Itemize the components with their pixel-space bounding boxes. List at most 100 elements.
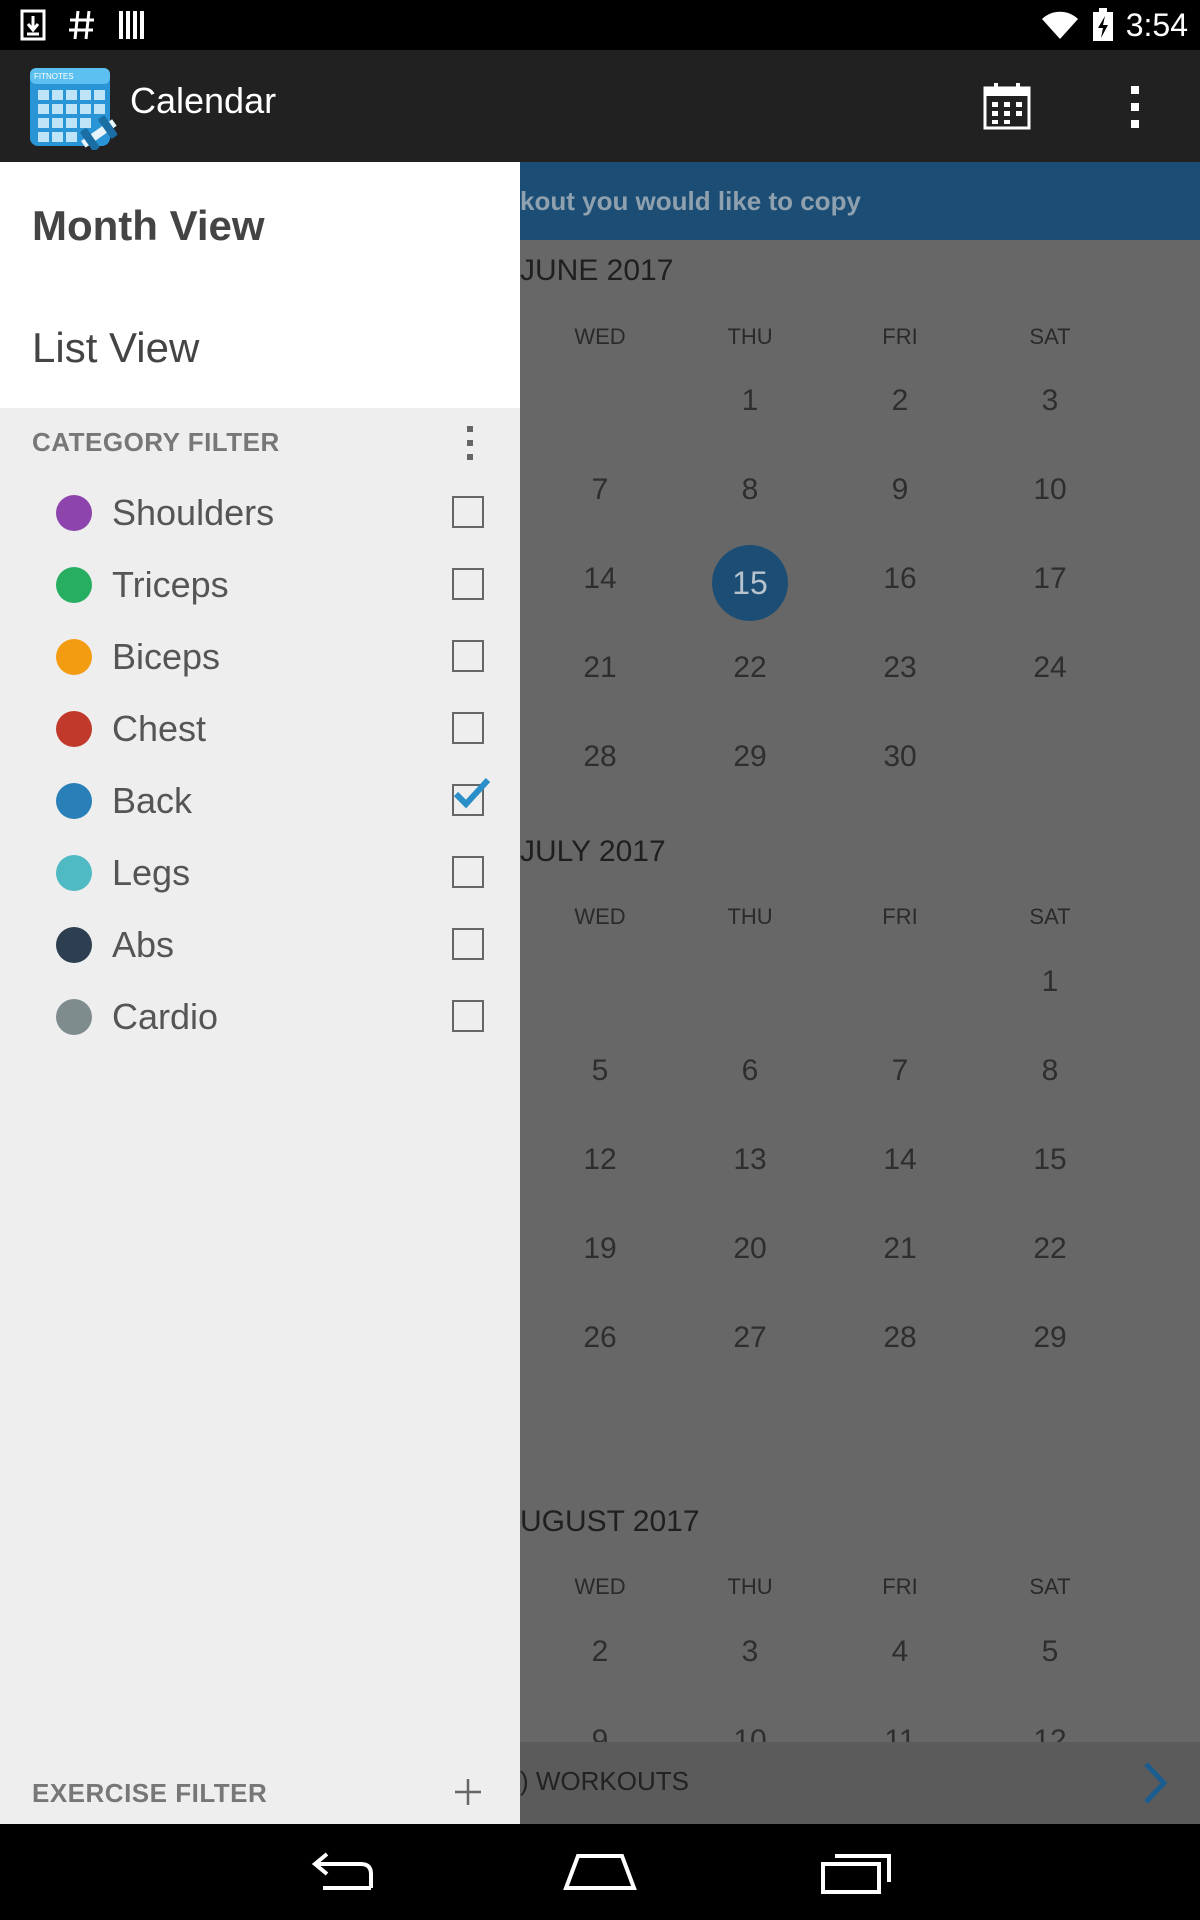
- workouts-bar[interactable]: ) WORKOUTS: [520, 1742, 1200, 1824]
- category-row-cardio[interactable]: Cardio: [0, 980, 520, 1052]
- view-selector: Month View List View: [0, 162, 520, 408]
- category-filter-menu-icon[interactable]: [460, 424, 480, 464]
- calendar-day[interactable]: 21: [850, 1232, 950, 1266]
- calendar-day[interactable]: 3: [700, 1635, 800, 1669]
- category-row-chest[interactable]: Chest: [0, 692, 520, 764]
- calendar-day[interactable]: 28: [850, 1321, 950, 1355]
- chevron-right-icon[interactable]: [1140, 1760, 1170, 1806]
- calendar-day[interactable]: 29: [700, 740, 800, 774]
- weekday-label: WED: [574, 324, 626, 349]
- calendar-day[interactable]: 4: [850, 1635, 950, 1669]
- calendar-day[interactable]: 29: [1000, 1321, 1100, 1355]
- category-row-back[interactable]: Back: [0, 764, 520, 836]
- fitnotes-app-icon[interactable]: FITNOTES: [28, 62, 118, 150]
- barcode-icon: [119, 11, 144, 39]
- calendar-day[interactable]: 14: [850, 1143, 950, 1177]
- calendar-day[interactable]: 27: [700, 1321, 800, 1355]
- navigation-drawer: Month View List View CATEGORY FILTER Sho…: [0, 162, 520, 1824]
- category-color-dot: [56, 711, 92, 747]
- calendar-day[interactable]: 23: [850, 651, 950, 685]
- calendar-day[interactable]: 1: [700, 384, 800, 418]
- page-title: Calendar: [130, 80, 277, 121]
- category-label: Back: [112, 780, 193, 821]
- selected-calendar-day[interactable]: 15: [712, 545, 788, 621]
- add-icon[interactable]: [452, 1776, 484, 1808]
- calendar-main: kout you would like to copy JUNE 2017 WE…: [520, 162, 1200, 1824]
- category-row-biceps[interactable]: Biceps: [0, 620, 520, 692]
- hash-icon: [69, 10, 94, 40]
- category-checkbox[interactable]: [452, 712, 484, 744]
- category-row-legs[interactable]: Legs: [0, 836, 520, 908]
- checkmark-icon: [453, 777, 491, 809]
- calendar-day[interactable]: 2: [550, 1635, 650, 1669]
- category-checkbox[interactable]: [452, 496, 484, 528]
- calendar-icon[interactable]: [980, 80, 1034, 134]
- clock: 3:54: [1125, 6, 1188, 43]
- recent-apps-icon[interactable]: [817, 1844, 897, 1900]
- weekday-label: SAT: [1029, 324, 1071, 349]
- calendar-day[interactable]: 16: [850, 562, 950, 596]
- calendar-day[interactable]: 10: [1000, 473, 1100, 507]
- category-color-dot: [56, 495, 92, 531]
- calendar-day[interactable]: 24: [1000, 651, 1100, 685]
- category-checkbox[interactable]: [452, 1000, 484, 1032]
- workouts-bar-label: ) WORKOUTS: [520, 1766, 689, 1796]
- exercise-filter-heading: EXERCISE FILTER: [32, 1778, 268, 1808]
- category-checkbox[interactable]: [452, 568, 484, 600]
- home-icon[interactable]: [560, 1844, 640, 1900]
- calendar-day[interactable]: 3: [1000, 384, 1100, 418]
- calendar-day[interactable]: 8: [700, 473, 800, 507]
- weekday-label: THU: [727, 324, 773, 349]
- category-row-triceps[interactable]: Triceps: [0, 548, 520, 620]
- calendar-day[interactable]: 9: [850, 473, 950, 507]
- calendar-day[interactable]: 1: [1000, 965, 1100, 999]
- category-label: Triceps: [112, 564, 229, 605]
- calendar-day[interactable]: 12: [550, 1143, 650, 1177]
- calendar-day[interactable]: 14: [550, 562, 650, 596]
- calendar-day[interactable]: 30: [850, 740, 950, 774]
- category-row-abs[interactable]: Abs: [0, 908, 520, 980]
- category-color-dot: [56, 639, 92, 675]
- svg-text:FITNOTES: FITNOTES: [34, 72, 74, 81]
- calendar-day[interactable]: 22: [700, 651, 800, 685]
- category-label: Abs: [112, 924, 175, 965]
- category-label: Biceps: [112, 636, 221, 677]
- category-row-shoulders[interactable]: Shoulders: [0, 476, 520, 548]
- calendar-day[interactable]: 5: [550, 1054, 650, 1088]
- calendar-day[interactable]: 6: [700, 1054, 800, 1088]
- weekday-label: FRI: [882, 904, 918, 929]
- calendar-day[interactable]: 2: [850, 384, 950, 418]
- battery-charging-icon: [1092, 8, 1113, 41]
- weekday-label: THU: [727, 904, 773, 929]
- calendar-day[interactable]: 26: [550, 1321, 650, 1355]
- category-label: Legs: [112, 852, 191, 893]
- calendar-day[interactable]: 21: [550, 651, 650, 685]
- calendar-day[interactable]: 8: [1000, 1054, 1100, 1088]
- overflow-menu-icon[interactable]: [1120, 80, 1150, 134]
- category-color-dot: [56, 783, 92, 819]
- calendar-day[interactable]: 19: [550, 1232, 650, 1266]
- calendar-day[interactable]: 13: [700, 1143, 800, 1177]
- back-icon[interactable]: [303, 1844, 383, 1900]
- category-checkbox[interactable]: [452, 640, 484, 672]
- category-color-dot: [56, 927, 92, 963]
- download-icon: [20, 9, 46, 41]
- category-checkbox[interactable]: [452, 856, 484, 888]
- calendar-day[interactable]: 17: [1000, 562, 1100, 596]
- calendar-day[interactable]: 28: [550, 740, 650, 774]
- weekday-label: FRI: [882, 1574, 918, 1599]
- copy-workout-banner: kout you would like to copy: [520, 162, 1200, 240]
- category-label: Cardio: [112, 996, 219, 1037]
- weekday-label: THU: [727, 1574, 773, 1599]
- calendar-day[interactable]: 5: [1000, 1635, 1100, 1669]
- calendar-day[interactable]: 7: [850, 1054, 950, 1088]
- calendar-day[interactable]: 15: [1000, 1143, 1100, 1177]
- month-view-item[interactable]: Month View: [32, 202, 265, 250]
- calendar-day[interactable]: 20: [700, 1232, 800, 1266]
- list-view-item[interactable]: List View: [32, 324, 199, 372]
- category-checkbox-checked[interactable]: [452, 777, 491, 816]
- calendar-day[interactable]: 22: [1000, 1232, 1100, 1266]
- calendar-day[interactable]: 7: [550, 473, 650, 507]
- category-checkbox[interactable]: [452, 928, 484, 960]
- category-label: Shoulders: [112, 492, 275, 533]
